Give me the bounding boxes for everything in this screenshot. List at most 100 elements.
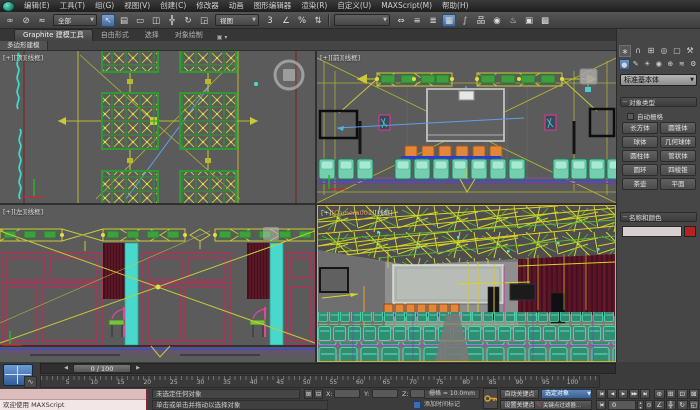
listener-line[interactable]: 欢迎使用 MAXScript bbox=[0, 400, 146, 410]
geometry-subtab-icon[interactable]: ● bbox=[619, 59, 630, 70]
menu-item[interactable]: MAXScript(M) bbox=[376, 0, 437, 12]
select-object-icon[interactable]: ↖ bbox=[101, 14, 115, 27]
orbit-button[interactable]: ↻ bbox=[677, 400, 688, 410]
helpers-subtab-icon[interactable]: ⊕ bbox=[665, 59, 676, 70]
spinner-snap-icon[interactable]: ⇅ bbox=[311, 14, 325, 27]
align-icon[interactable]: ≡ bbox=[410, 14, 424, 27]
previous-key-button[interactable]: |◀ bbox=[596, 400, 606, 410]
ribbon-tab[interactable]: Graphite 建模工具 bbox=[14, 29, 93, 41]
schematic-view-icon[interactable]: 品 bbox=[474, 14, 488, 27]
viewport-top-left[interactable]: [+][顶][线框] bbox=[0, 51, 315, 203]
create-tab-icon[interactable]: ∗ bbox=[619, 45, 631, 57]
select-by-name-icon[interactable]: ▤ bbox=[117, 14, 131, 27]
object-name-field[interactable] bbox=[622, 226, 682, 237]
object-type-button[interactable]: 四棱锥 bbox=[660, 164, 696, 176]
object-type-button[interactable]: 长方体 bbox=[622, 122, 658, 134]
viewport-label-shading[interactable]: [线框] bbox=[375, 209, 393, 217]
y-coord-field[interactable] bbox=[372, 389, 398, 398]
object-type-button[interactable]: 圆环 bbox=[622, 164, 658, 176]
render-production-icon[interactable]: ▩ bbox=[538, 14, 552, 27]
material-editor-icon[interactable]: ◉ bbox=[490, 14, 504, 27]
object-type-button[interactable]: 平面 bbox=[660, 178, 696, 190]
viewport-label-camera[interactable]: [+][Camera001][线框] bbox=[321, 207, 393, 217]
go-to-start-button[interactable]: |◀ bbox=[596, 389, 606, 399]
select-and-link-icon[interactable]: ∞ bbox=[3, 14, 17, 27]
shapes-subtab-icon[interactable]: ✎ bbox=[631, 59, 642, 70]
snaps-toggle-icon[interactable]: 3 bbox=[263, 14, 277, 27]
modify-tab-icon[interactable]: ∩ bbox=[632, 45, 644, 57]
menu-item[interactable]: 帮助(H) bbox=[437, 0, 474, 12]
motion-tab-icon[interactable]: ◎ bbox=[658, 45, 670, 57]
menu-item[interactable]: 图形编辑器 bbox=[249, 0, 297, 12]
systems-subtab-icon[interactable]: ⚙ bbox=[688, 59, 699, 70]
keying-selection-set-dropdown[interactable]: 选定对象 ▼ bbox=[541, 389, 592, 399]
app-logo-icon[interactable] bbox=[2, 1, 15, 12]
absolute-offset-toggle[interactable]: ⊟ bbox=[314, 389, 323, 399]
add-time-tag-button[interactable]: 添加时间标记 bbox=[424, 400, 480, 410]
viewport-label-plus[interactable]: [+] bbox=[321, 209, 332, 217]
ribbon-tab[interactable]: 选择 bbox=[137, 30, 167, 41]
graphite-ribbon-toggle-icon[interactable]: ▦ bbox=[442, 14, 456, 27]
menu-item[interactable]: 自定义(U) bbox=[332, 0, 376, 12]
rendered-frame-window-icon[interactable]: ▣ bbox=[522, 14, 536, 27]
select-and-scale-icon[interactable]: ◲ bbox=[197, 14, 211, 27]
curve-editor-icon[interactable]: ∫ bbox=[458, 14, 472, 27]
menu-item[interactable]: 编辑(E) bbox=[19, 0, 55, 12]
window-crossing-icon[interactable]: ◫ bbox=[149, 14, 163, 27]
viewport-top-right[interactable]: [+][前][线框] bbox=[317, 51, 616, 203]
zoom-all-button[interactable]: ⊞ bbox=[666, 389, 677, 399]
autogrid-checkbox[interactable] bbox=[627, 113, 634, 120]
macro-recorder-line[interactable] bbox=[0, 389, 146, 400]
go-to-end-button[interactable]: ▶| bbox=[640, 389, 650, 399]
lights-subtab-icon[interactable]: ☀ bbox=[642, 59, 653, 70]
selection-filter-dropdown[interactable]: 全部 ▼ bbox=[53, 14, 97, 26]
object-type-button[interactable]: 几何球体 bbox=[660, 136, 696, 148]
play-button[interactable]: ▶ bbox=[618, 389, 628, 399]
maximize-viewport-toggle-button[interactable]: ◱ bbox=[689, 400, 700, 410]
viewport-label[interactable]: [+][顶][线框] bbox=[3, 52, 43, 62]
object-type-button[interactable]: 圆柱体 bbox=[622, 150, 658, 162]
menu-item[interactable]: 渲染(R) bbox=[296, 0, 332, 12]
zoom-button[interactable]: ⊕ bbox=[654, 389, 665, 399]
utilities-tab-icon[interactable]: ⚒ bbox=[684, 45, 696, 57]
pan-button[interactable]: ╬ bbox=[666, 400, 677, 410]
time-slider-handle[interactable]: 0 / 100 bbox=[73, 364, 131, 373]
object-type-button[interactable]: 茶壶 bbox=[622, 178, 658, 190]
object-type-button[interactable]: 圆锥体 bbox=[660, 122, 696, 134]
cameras-subtab-icon[interactable]: ◉ bbox=[654, 59, 665, 70]
current-frame-field[interactable]: 0 bbox=[608, 400, 636, 410]
menu-item[interactable]: 创建(C) bbox=[155, 0, 191, 12]
object-type-rollout-header[interactable]: − 对象类型 bbox=[620, 97, 697, 107]
menu-item[interactable]: 动画 bbox=[224, 0, 249, 12]
viewport-label[interactable]: [+][左][线框] bbox=[3, 206, 43, 216]
x-coord-field[interactable] bbox=[334, 389, 360, 398]
auto-key-button[interactable]: 自动关键点 bbox=[500, 389, 539, 399]
zoom-extents-all-button[interactable]: ⊠ bbox=[689, 389, 700, 399]
select-and-rotate-icon[interactable]: ↻ bbox=[181, 14, 195, 27]
unlink-selection-icon[interactable]: ⊘ bbox=[19, 14, 33, 27]
next-frame-button[interactable]: ▶▶ bbox=[629, 389, 639, 399]
viewport-bottom-right-active[interactable]: [+][Camera001][线框] bbox=[317, 205, 616, 362]
layer-manager-icon[interactable]: ≣ bbox=[426, 14, 440, 27]
render-setup-icon[interactable]: ♨ bbox=[506, 14, 520, 27]
primitive-category-dropdown[interactable]: 标准基本体 ▼ bbox=[620, 74, 697, 86]
select-and-move-icon[interactable]: ╬ bbox=[165, 14, 179, 27]
time-slider-prev-arrow[interactable]: ◀ bbox=[61, 365, 71, 372]
field-of-view-button[interactable]: ∠ bbox=[654, 400, 665, 410]
selection-lock-toggle[interactable]: ⊠ bbox=[304, 389, 313, 399]
mirror-icon[interactable]: ⇔ bbox=[394, 14, 408, 27]
previous-frame-button[interactable]: ◀ bbox=[607, 389, 617, 399]
space-warps-subtab-icon[interactable]: ≋ bbox=[677, 59, 688, 70]
percent-snap-icon[interactable]: % bbox=[295, 14, 309, 27]
name-color-rollout-header[interactable]: − 名称和颜色 bbox=[620, 212, 697, 222]
menu-item[interactable]: 修改器 bbox=[191, 0, 224, 12]
display-tab-icon[interactable]: ▢ bbox=[671, 45, 683, 57]
ribbon-subtab-polygon-modeling[interactable]: 多边形建模 bbox=[0, 41, 48, 50]
time-slider-track[interactable]: ◀ 0 / 100 ▶ bbox=[40, 363, 616, 374]
object-type-button[interactable]: 球体 bbox=[622, 136, 658, 148]
named-selection-set-dropdown[interactable]: ▼ bbox=[334, 14, 390, 26]
set-key-mode-button[interactable] bbox=[483, 388, 498, 409]
object-color-swatch[interactable] bbox=[684, 226, 696, 237]
menu-item[interactable]: 视图(V) bbox=[119, 0, 155, 12]
key-filters-button[interactable]: ∿ 关键点过滤器... bbox=[534, 400, 592, 410]
